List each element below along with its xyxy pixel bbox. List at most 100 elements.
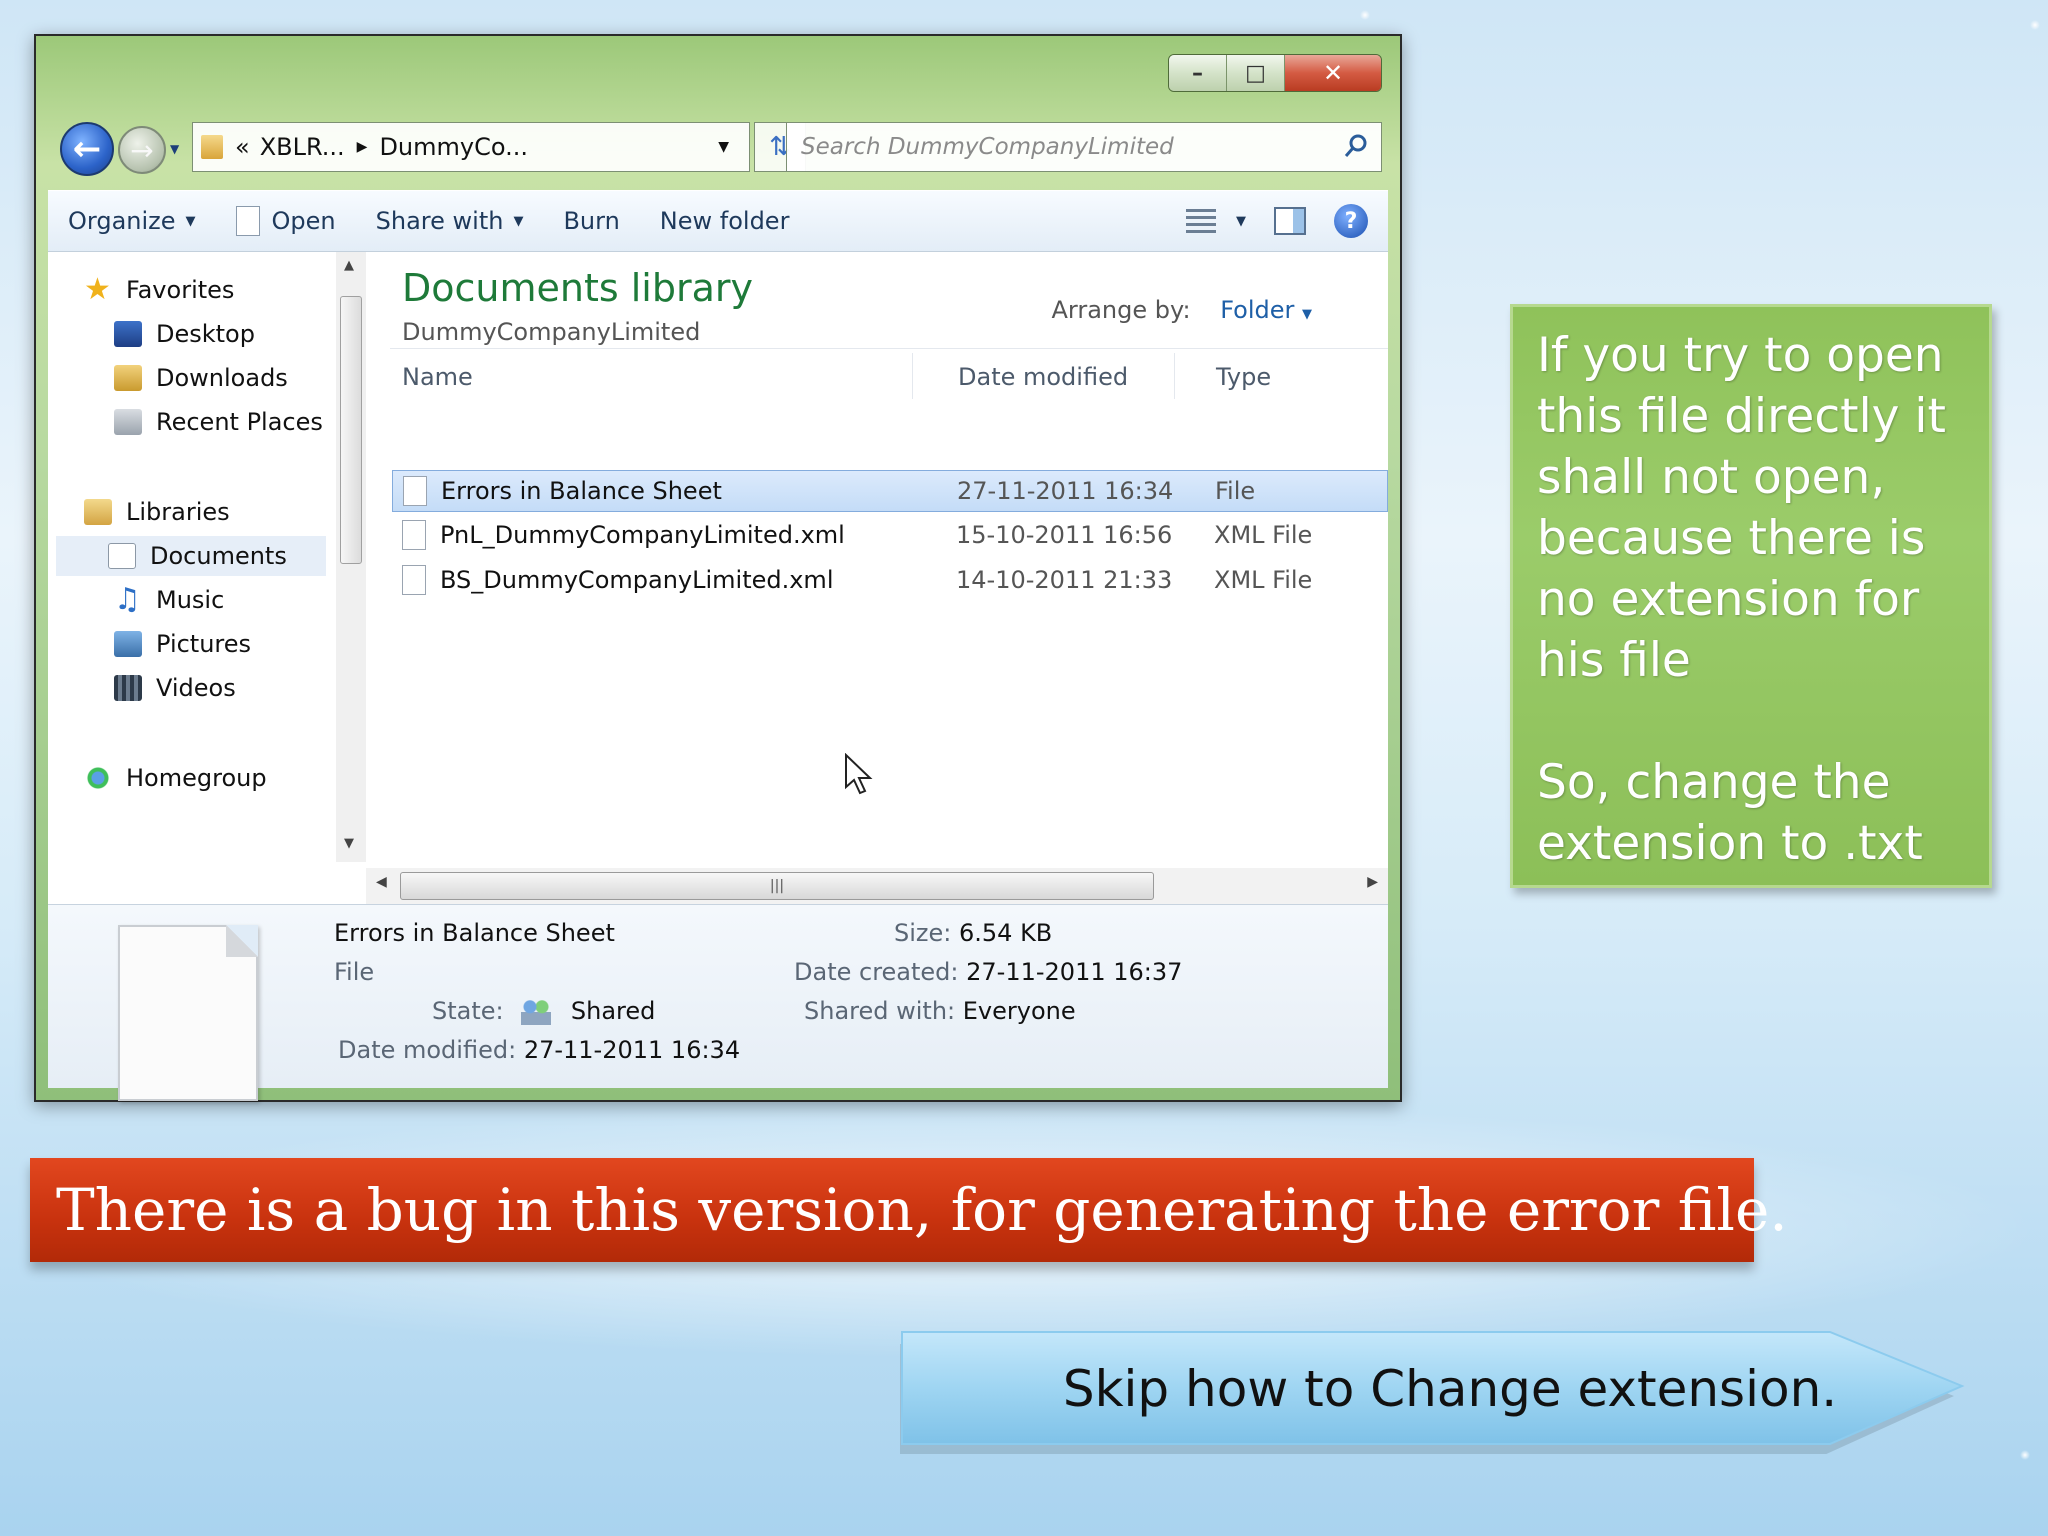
scroll-left-icon[interactable]: ◀ bbox=[376, 874, 387, 890]
organize-button[interactable]: Organize ▼ bbox=[48, 191, 216, 251]
chevron-down-icon: ▼ bbox=[185, 213, 196, 229]
organize-label: Organize bbox=[68, 207, 176, 235]
sidebar-label: Documents bbox=[150, 542, 287, 570]
navigation-bar: ← → ▼ « XBLR... ▶ DummyCo... ▼ ⇅ Search … bbox=[54, 116, 1382, 178]
breadcrumb-separator-icon[interactable]: ▶ bbox=[357, 139, 368, 155]
file-row[interactable]: Errors in Balance Sheet 27-11-2011 16:34… bbox=[392, 470, 1388, 512]
shared-users-icon bbox=[521, 999, 552, 1025]
instruction-note: If you try to open this file directly it… bbox=[1510, 304, 1992, 888]
preview-pane-icon[interactable] bbox=[1274, 207, 1306, 235]
explorer-window: – □ ✕ ← → ▼ « XBLR... ▶ DummyCo... ▼ ⇅ S… bbox=[34, 34, 1402, 1102]
sidebar-label: Homegroup bbox=[126, 764, 267, 792]
note-paragraph: So, change the extension to .txt bbox=[1537, 755, 1923, 871]
file-row[interactable]: PnL_DummyCompanyLimited.xml 15-10-2011 1… bbox=[392, 515, 1388, 557]
xml-file-icon bbox=[402, 520, 426, 550]
scroll-right-icon[interactable]: ▶ bbox=[1367, 874, 1378, 890]
address-bar[interactable]: « XBLR... ▶ DummyCo... ▼ bbox=[192, 122, 750, 172]
back-arrow-icon[interactable]: ← bbox=[60, 122, 114, 176]
share-with-button[interactable]: Share with ▼ bbox=[356, 191, 544, 251]
sidebar-item-libraries[interactable]: Libraries bbox=[84, 492, 230, 532]
minimize-button[interactable]: – bbox=[1169, 55, 1227, 91]
details-size: Size: 6.54 KB bbox=[894, 919, 1053, 947]
breadcrumb-parent[interactable]: XBLR... bbox=[260, 133, 345, 161]
arrange-by-dropdown[interactable]: Folder ▼ bbox=[1220, 296, 1312, 324]
large-file-icon bbox=[118, 925, 258, 1101]
address-dropdown-chevron-icon[interactable]: ▼ bbox=[718, 139, 729, 155]
sidebar-item-documents[interactable]: Documents bbox=[56, 536, 326, 576]
navigation-pane: ★ Favorites Desktop Downloads Recent Pla… bbox=[48, 252, 334, 904]
sidebar-item-pictures[interactable]: Pictures bbox=[114, 624, 251, 664]
sidebar-item-favorites[interactable]: ★ Favorites bbox=[84, 270, 234, 310]
scroll-down-icon[interactable]: ▼ bbox=[344, 836, 354, 851]
recent-pages-chevron-icon[interactable]: ▼ bbox=[170, 142, 179, 156]
file-list-pane: Documents library DummyCompanyLimited Ar… bbox=[366, 252, 1388, 904]
chevron-down-icon: ▼ bbox=[1236, 213, 1246, 229]
column-date-modified[interactable]: Date modified bbox=[958, 363, 1128, 391]
open-button[interactable]: Open bbox=[216, 191, 356, 251]
sidebar-item-homegroup[interactable]: Homegroup bbox=[84, 758, 267, 798]
details-state: State: Shared bbox=[432, 997, 656, 1025]
bug-warning-banner: There is a bug in this version, for gene… bbox=[30, 1158, 1788, 1262]
file-date: 14-10-2011 21:33 bbox=[956, 566, 1173, 594]
column-headers: Name Date modified Type bbox=[390, 348, 1388, 402]
sidebar-label: Music bbox=[156, 586, 225, 614]
sidebar-item-desktop[interactable]: Desktop bbox=[114, 314, 255, 354]
command-bar: Organize ▼ Open Share with ▼ Burn New fo… bbox=[48, 190, 1388, 252]
recent-places-icon bbox=[114, 409, 142, 435]
arrange-by: Arrange by: Folder ▼ bbox=[1051, 296, 1312, 324]
column-name[interactable]: Name bbox=[402, 363, 473, 391]
details-pane: Errors in Balance Sheet File State: Shar… bbox=[48, 904, 1388, 1101]
pictures-icon bbox=[114, 631, 142, 657]
homegroup-icon bbox=[84, 765, 112, 791]
maximize-button[interactable]: □ bbox=[1227, 55, 1285, 91]
navigation-pane-scrollbar[interactable]: ▲ ▼ bbox=[336, 252, 366, 862]
sidebar-label: Recent Places bbox=[156, 408, 323, 436]
star-icon: ★ bbox=[84, 272, 111, 307]
details-date-created: Date created: 27-11-2011 16:37 bbox=[794, 958, 1183, 986]
burn-button[interactable]: Burn bbox=[543, 191, 639, 251]
search-input[interactable]: Search DummyCompanyLimited bbox=[786, 122, 1382, 172]
file-row[interactable]: BS_DummyCompanyLimited.xml 14-10-2011 21… bbox=[392, 560, 1388, 602]
sidebar-label: Favorites bbox=[126, 276, 235, 304]
details-file-name: Errors in Balance Sheet bbox=[334, 919, 615, 947]
details-date-modified: Date modified: 27-11-2011 16:34 bbox=[338, 1036, 741, 1064]
help-icon[interactable]: ? bbox=[1334, 204, 1368, 238]
search-icon[interactable] bbox=[1343, 133, 1369, 159]
column-type[interactable]: Type bbox=[1216, 363, 1271, 391]
sidebar-item-videos[interactable]: Videos bbox=[114, 668, 236, 708]
sidebar-item-downloads[interactable]: Downloads bbox=[114, 358, 288, 398]
sparkle bbox=[2020, 1450, 2030, 1460]
libraries-icon bbox=[84, 499, 112, 525]
file-name: BS_DummyCompanyLimited.xml bbox=[440, 566, 834, 594]
library-title: Documents library bbox=[402, 266, 753, 310]
details-shared-with: Shared with: Everyone bbox=[804, 997, 1076, 1025]
search-placeholder: Search DummyCompanyLimited bbox=[801, 134, 1174, 160]
breadcrumb-current[interactable]: DummyCo... bbox=[379, 133, 528, 161]
sidebar-label: Downloads bbox=[156, 364, 288, 392]
scrollbar-thumb[interactable]: ||| bbox=[400, 872, 1154, 900]
sparkle bbox=[2030, 20, 2040, 30]
skip-change-extension-button[interactable]: Skip how to Change extension. bbox=[898, 1330, 1966, 1456]
sidebar-item-recent-places[interactable]: Recent Places bbox=[114, 402, 323, 442]
change-view-button[interactable]: ▼ bbox=[1186, 209, 1246, 233]
forward-arrow-icon[interactable]: → bbox=[118, 126, 166, 174]
new-folder-button[interactable]: New folder bbox=[640, 191, 810, 251]
file-type: XML File bbox=[1214, 566, 1313, 594]
scroll-up-icon[interactable]: ▲ bbox=[344, 258, 354, 273]
chevron-down-icon: ▼ bbox=[513, 213, 524, 229]
close-button[interactable]: ✕ bbox=[1285, 55, 1381, 91]
file-type: File bbox=[1215, 477, 1256, 505]
sidebar-label: Pictures bbox=[156, 630, 252, 658]
sidebar-item-music[interactable]: ♫ Music bbox=[114, 580, 224, 620]
breadcrumb-prefix[interactable]: « bbox=[235, 133, 250, 161]
horizontal-scrollbar[interactable]: ◀ ||| ▶ bbox=[366, 868, 1388, 904]
details-view-icon bbox=[1186, 209, 1216, 233]
file-type: XML File bbox=[1214, 521, 1313, 549]
sidebar-label: Desktop bbox=[156, 320, 255, 348]
arrange-label: Arrange by: bbox=[1051, 296, 1191, 324]
scrollbar-thumb[interactable] bbox=[340, 296, 362, 564]
mouse-cursor-icon bbox=[845, 753, 873, 795]
content-area: ★ Favorites Desktop Downloads Recent Pla… bbox=[48, 252, 1388, 904]
file-name: PnL_DummyCompanyLimited.xml bbox=[440, 521, 845, 549]
sparkle bbox=[1360, 10, 1370, 20]
